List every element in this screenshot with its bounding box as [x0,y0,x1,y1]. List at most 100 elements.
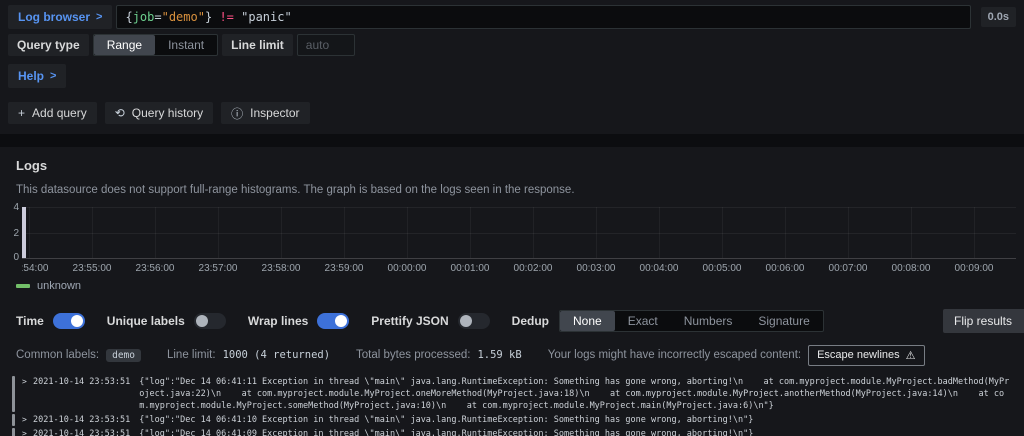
x-tick-label: 00:04:00 [639,263,679,273]
gridline [281,207,282,258]
escape-warning-label: Your logs might have incorrectly escaped… [547,349,802,361]
chart-plot[interactable] [22,207,1016,259]
toggle-knob [459,315,472,327]
query-editor-section: Log browser > {job = "demo"} != "panic" 0.… [0,0,1024,134]
gridline [218,207,219,258]
dedup-option-signature[interactable]: Signature [745,311,822,331]
log-message: {"log":"Dec 14 06:41:11 Exception in thr… [139,377,1010,411]
gridline [911,207,912,258]
y-tick-label: 4 [13,202,19,213]
escape-newlines-label: Escape newlines [817,349,900,361]
page-title: Logs [16,158,48,173]
gridline [22,207,1016,208]
y-tick-label: 2 [13,228,19,239]
x-tick-label: 00:01:00 [450,263,490,273]
common-labels-value: demo [106,348,141,362]
legend-swatch-unknown [16,284,30,288]
toggle-switch[interactable] [317,313,350,329]
x-tick-label: 00:07:00 [828,263,868,273]
expand-chevron-icon[interactable]: > [22,414,33,426]
plus-icon: + [18,106,26,120]
inspector-button[interactable]: ⓘ Inspector [221,102,310,124]
gridline [722,207,723,258]
inspector-label: Inspector [250,106,300,120]
line-limit-label: Line limit [222,34,293,56]
expand-chevron-icon[interactable]: > [22,428,33,436]
log-browser-label: Log browser [18,10,91,24]
history-icon: ⟲ [114,106,125,120]
expand-chevron-icon[interactable]: > [22,376,33,412]
x-tick-label: 00:02:00 [513,263,553,273]
query-token: "panic" [241,10,292,24]
legend-label[interactable]: unknown [37,280,81,292]
gridline [596,207,597,258]
x-tick-label: 00:09:00 [954,263,994,273]
query-type-option-range[interactable]: Range [93,35,156,55]
chevron-right-icon: > [50,70,57,82]
gridline [407,207,408,258]
display-toggles: Time Unique labels Wrap lines Prettify JSON [16,313,490,329]
log-rows-list: >2021-10-14 23:53:51 {"log":"Dec 14 06:41… [8,373,1016,436]
bytes-processed-value: 1.59 kB [477,349,522,361]
gridline [92,207,93,258]
log-timestamp: 2021-10-14 23:53:51 [33,415,131,425]
escape-newlines-button[interactable]: Escape newlines ⚠ [808,344,925,366]
gridline [785,207,786,258]
query-type-option-instant[interactable]: Instant [155,35,217,55]
dedup-option-none[interactable]: None [560,311,615,331]
y-tick-label: 0 [13,252,19,263]
toggle-knob [195,315,208,327]
log-meta-row: Common labels: demo Line limit: 1000 (4 … [8,343,1016,367]
x-tick-label: 00:03:00 [576,263,616,273]
log-message: {"log":"Dec 14 06:41:10 Exception in thr… [139,415,754,425]
log-row[interactable]: >2021-10-14 23:53:51 {"log":"Dec 14 06:41… [12,427,1012,436]
gridline [344,207,345,258]
query-token: { [125,10,133,24]
dedup-option-exact[interactable]: Exact [615,311,671,331]
query-input[interactable]: {job = "demo"} != "panic" [116,5,971,29]
query-token [234,10,241,24]
chart-legend: unknown [16,280,1016,292]
query-history-label: Query history [131,106,204,120]
log-row[interactable]: >2021-10-14 23:53:51 {"log":"Dec 14 06:41… [12,375,1012,413]
dedup-label: Dedup [511,314,549,328]
toggle-switch[interactable] [457,313,490,329]
log-browser-button[interactable]: Log browser > [8,5,113,29]
query-token: } [204,10,213,24]
x-tick-label: 00:00:00 [387,263,427,273]
add-query-button[interactable]: + Add query [8,102,97,124]
line-limit-meta-value: 1000 (4 returned) [222,349,331,361]
gridline [974,207,975,258]
query-history-button[interactable]: ⟲ Query history [104,102,214,124]
toggle-wrap-lines: Wrap lines [248,313,350,329]
log-level-indicator [12,414,15,426]
gridline [659,207,660,258]
query-token: job [132,10,155,24]
x-tick-label: 23:56:00 [135,263,175,273]
log-timestamp: 2021-10-14 23:53:51 [33,377,131,387]
help-button[interactable]: Help > [8,64,67,88]
toggle-switch[interactable] [193,313,226,329]
gridline [155,207,156,258]
histogram-bar[interactable] [22,207,26,258]
bytes-processed-label: Total bytes processed: [356,349,471,361]
chevron-right-icon: > [96,11,103,23]
toggle-switch[interactable] [52,313,85,329]
gridline [29,207,30,258]
histogram-notice: This datasource does not support full-ra… [16,184,575,196]
common-labels-label: Common labels: [16,349,100,361]
log-level-indicator [12,376,15,412]
line-limit-input[interactable] [296,34,355,56]
log-level-indicator [12,428,15,436]
toggle-knob [70,315,83,327]
x-tick-label: 23:59:00 [324,263,364,273]
log-row[interactable]: >2021-10-14 23:53:51 {"log":"Dec 14 06:41… [12,413,1012,427]
gridline [533,207,534,258]
flip-results-button[interactable]: Flip results [942,309,1024,333]
gridline [848,207,849,258]
dedup-option-numbers[interactable]: Numbers [671,311,746,331]
log-timestamp: 2021-10-14 23:53:51 [33,429,131,436]
toggle-prettify-json: Prettify JSON [371,313,490,329]
chart-x-axis: 23:54:00 23:55:00 23:56:00 23:57:00 23:58:00… [22,259,1016,273]
query-type-label: Query type [8,34,89,56]
